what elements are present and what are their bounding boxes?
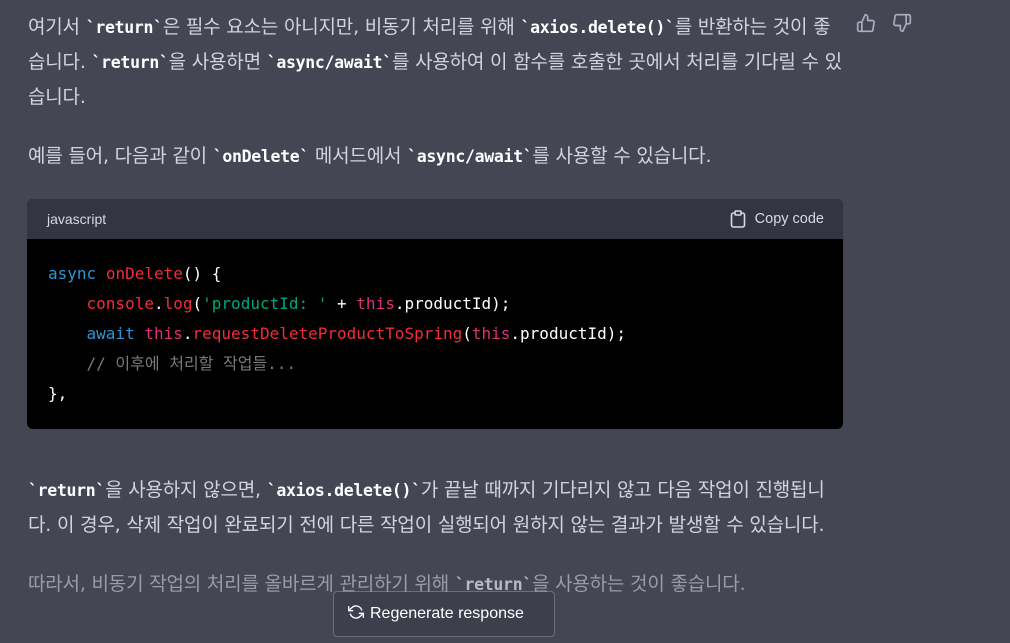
code-object: console bbox=[86, 294, 154, 313]
refresh-icon bbox=[348, 604, 364, 625]
text: 예를 들어, 다음과 같이 bbox=[28, 145, 213, 167]
code-line-4: // 이후에 처리할 작업들... bbox=[48, 349, 822, 379]
code-text: . bbox=[153, 294, 164, 313]
code-text: ( bbox=[462, 324, 472, 343]
thumbs-down-icon[interactable] bbox=[892, 13, 912, 37]
code-text: .productId); bbox=[394, 294, 511, 313]
code-this: this bbox=[356, 294, 395, 313]
inline-code: `return` bbox=[85, 18, 163, 37]
regenerate-label: Regenerate response bbox=[370, 605, 524, 622]
code-text: () { bbox=[182, 264, 222, 283]
code-text: }, bbox=[48, 384, 68, 403]
code-language-label: javascript bbox=[47, 211, 107, 227]
code-keyword: async bbox=[48, 264, 97, 283]
text: 을 사용하는 것이 좋습니다. bbox=[531, 573, 746, 595]
inline-code: `onDelete` bbox=[212, 147, 310, 166]
code-body: async onDelete() { console.log('productI… bbox=[27, 239, 843, 429]
text: 은 필수 요소는 아니지만, 비동기 처리를 위해 bbox=[162, 16, 521, 38]
code-this: this bbox=[144, 324, 183, 343]
code-line-2: console.log('productId: ' + this.product… bbox=[48, 289, 822, 319]
code-string: 'productId: ' bbox=[202, 294, 328, 313]
code-line-5: }, bbox=[48, 379, 822, 409]
code-text: . bbox=[182, 324, 193, 343]
code-keyword: await bbox=[86, 324, 135, 343]
inline-code: `return` bbox=[28, 481, 106, 500]
inline-code: `async/await` bbox=[266, 53, 393, 72]
text: 을 사용하지 않으면, bbox=[105, 479, 267, 501]
inline-code: `axios.delete()` bbox=[520, 18, 675, 37]
inline-code: `async/await` bbox=[407, 147, 533, 166]
code-line-3: await this.requestDeleteProductToSpring(… bbox=[48, 319, 822, 349]
code-text: + bbox=[327, 294, 357, 313]
code-function: requestDeleteProductToSpring bbox=[192, 324, 463, 343]
code-comment: // 이후에 처리할 작업들... bbox=[86, 354, 297, 373]
code-function: onDelete bbox=[105, 264, 183, 283]
paragraph-1: 여기서 `return`은 필수 요소는 아니지만, 비동기 처리를 위해 `a… bbox=[28, 10, 843, 114]
code-block-header: javascript Copy code bbox=[27, 199, 843, 239]
text: 여기서 bbox=[28, 16, 86, 38]
text: 메서드에서 bbox=[309, 145, 408, 167]
paragraph-2: 예를 들어, 다음과 같이 `onDelete` 메서드에서 `async/aw… bbox=[28, 139, 843, 174]
copy-code-label: Copy code bbox=[754, 211, 824, 227]
code-this: this bbox=[471, 324, 511, 343]
clipboard-icon bbox=[730, 210, 746, 228]
code-text: .productId); bbox=[510, 324, 626, 343]
inline-code: `axios.delete()` bbox=[266, 481, 421, 500]
inline-code: `return` bbox=[91, 53, 169, 72]
code-line-1: async onDelete() { bbox=[48, 259, 822, 289]
thumbs-up-icon[interactable] bbox=[856, 13, 876, 37]
code-text: ( bbox=[192, 294, 203, 313]
text: 를 사용할 수 있습니다. bbox=[532, 145, 712, 167]
feedback-buttons bbox=[856, 13, 912, 37]
assistant-message-continued: `return`을 사용하지 않으면, `axios.delete()`가 끝날… bbox=[28, 473, 843, 602]
code-function: log bbox=[163, 294, 193, 313]
code-block: javascript Copy code async onDelete() { … bbox=[27, 199, 843, 429]
assistant-message: 여기서 `return`은 필수 요소는 아니지만, 비동기 처리를 위해 `a… bbox=[28, 10, 843, 174]
paragraph-3: `return`을 사용하지 않으면, `axios.delete()`가 끝날… bbox=[28, 473, 843, 542]
text: 을 사용하면 bbox=[168, 51, 267, 73]
regenerate-response-button[interactable]: Regenerate response bbox=[333, 591, 555, 637]
copy-code-button[interactable]: Copy code bbox=[730, 210, 824, 228]
